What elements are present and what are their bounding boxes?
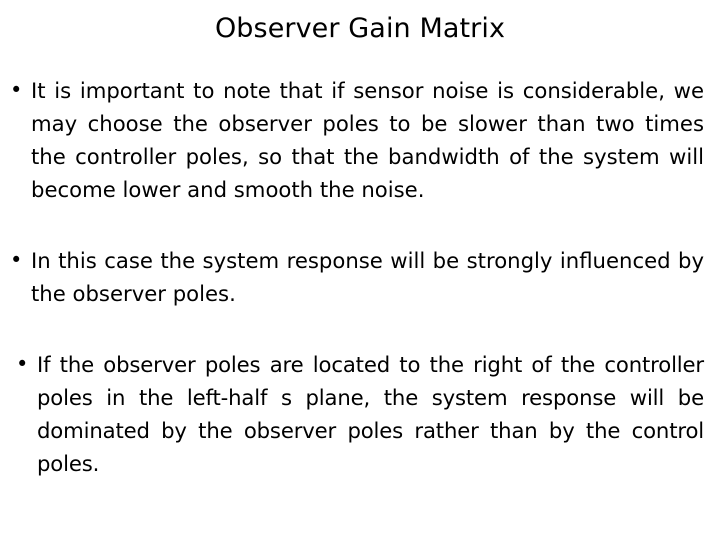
bullet-point-icon: •	[10, 78, 23, 102]
bullet-point-icon: •	[10, 248, 23, 272]
bullet-text-system-response: In this case the system response will be…	[31, 248, 704, 306]
slide: Observer Gain Matrix • It is important t…	[0, 0, 720, 540]
page-title: Observer Gain Matrix	[214, 13, 506, 44]
list-item: • If the observer poles are located to t…	[0, 348, 720, 480]
list-item: • It is important to note that if sensor…	[0, 74, 720, 206]
bullet-point-icon: •	[16, 352, 29, 376]
slide-body: • It is important to note that if sensor…	[0, 74, 720, 480]
list-item: • In this case the system response will …	[0, 244, 720, 310]
bullet-text-sensor-noise: It is important to note that if sensor n…	[31, 78, 704, 202]
bullet-text-pole-location: If the observer poles are located to the…	[37, 352, 704, 476]
